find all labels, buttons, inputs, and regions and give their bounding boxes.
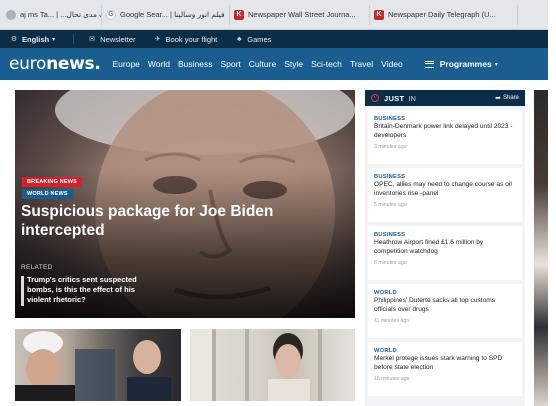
share-icon: ➦ <box>495 95 501 102</box>
nav-item-style[interactable]: Style <box>284 59 303 69</box>
globe-icon: ⚙ <box>10 36 18 43</box>
world-news-badge[interactable]: WORLD NEWS <box>22 189 73 199</box>
in-label: IN <box>408 93 416 103</box>
news-headline[interactable]: Philippines' Duterte sacks all top custo… <box>374 297 516 314</box>
just-label: JUST <box>384 93 405 103</box>
breaking-news-badge: BREAKING NEWS <box>22 177 82 187</box>
news-category[interactable]: BUSINESS <box>374 174 516 180</box>
news-timestamp: 8 minutes ago <box>374 260 407 266</box>
news-category[interactable]: WORLD <box>374 348 516 354</box>
clock-icon <box>371 94 379 102</box>
language-label: English <box>22 34 50 44</box>
plane-icon: ✈ <box>154 36 161 43</box>
nav-item-sport[interactable]: Sport <box>220 59 240 69</box>
games-link[interactable]: ♣ Games <box>235 35 271 44</box>
nav-item-travel[interactable]: Travel <box>350 59 373 69</box>
gamepad-icon: ♣ <box>236 35 242 43</box>
bookmark-item[interactable]: aj ms Ta... | ...قيس لكتاب مدى تحال <box>2 4 102 25</box>
language-selector[interactable]: ⚙ English ▾ <box>10 35 55 44</box>
page-frame <box>548 0 556 406</box>
book-flight-label: Book your flight <box>165 34 218 44</box>
hero-story[interactable]: BREAKING NEWS WORLD NEWS Suspicious pack… <box>15 90 355 318</box>
bookmark-item[interactable]: K Newspaper Daily Telegraph (U... <box>370 4 518 25</box>
nav-item-europe[interactable]: Europe <box>112 59 139 69</box>
just-in-sidebar: JUST IN ➦ Share BUSINESS Britain-Denmark… <box>365 90 525 406</box>
story-thumbnail[interactable] <box>190 329 355 401</box>
globe-icon <box>6 9 16 20</box>
bookmark-item[interactable]: K Newspaper Wall Street Journa... <box>230 4 370 25</box>
bookmark-icon: K <box>234 9 244 20</box>
euronews-logo[interactable]: euronews. <box>9 54 101 74</box>
games-label: Games <box>247 34 272 44</box>
adjacent-column-edge <box>534 90 548 406</box>
bookmark-label: Google Sear... | فيلم انور وسالينا <box>120 10 225 19</box>
list-item[interactable]: WORLD Philippines' Duterte sacks all top… <box>368 284 522 338</box>
news-headline[interactable]: Britain-Denmark power link delayed until… <box>374 123 516 140</box>
newsletter-link[interactable]: ✉ Newsletter <box>88 35 135 44</box>
news-category[interactable]: WORLD <box>374 290 516 296</box>
news-headline[interactable]: Heathrow Airport fined £1.6 million by c… <box>374 239 516 256</box>
newsletter-label: Newsletter <box>100 34 136 44</box>
google-icon: G <box>106 9 116 20</box>
news-timestamp: 11 minutes ago <box>374 318 410 324</box>
news-timestamp: 5 minutes ago <box>374 202 407 208</box>
nav-item-world[interactable]: World <box>148 59 170 69</box>
chevron-down-icon: ▾ <box>494 61 498 68</box>
nav-item-culture[interactable]: Culture <box>249 59 276 69</box>
programmes-label: Programmes <box>439 59 492 69</box>
thumbnail-photo <box>190 329 322 401</box>
bookmark-label: Newspaper Daily Telegraph (U... <box>388 10 496 19</box>
book-flight-link[interactable]: ✈ Book your flight <box>154 35 218 44</box>
logo-text-a: euro <box>9 54 47 74</box>
news-headline[interactable]: Merkel protege issues stark warning to S… <box>374 355 516 372</box>
nav-item-sci-tech[interactable]: Sci-tech <box>311 59 342 69</box>
list-item[interactable]: BUSINESS OPEC, allies may need to change… <box>368 168 522 222</box>
news-category[interactable]: BUSINESS <box>374 116 516 122</box>
news-category[interactable]: BUSINESS <box>374 232 516 238</box>
news-headline[interactable]: OPEC, allies may need to change course a… <box>374 181 516 198</box>
just-in-header: JUST IN ➦ Share <box>365 90 525 106</box>
related-divider <box>21 276 24 306</box>
programmes-menu[interactable]: Programmes ▾ <box>424 59 498 69</box>
story-thumbnail[interactable] <box>15 329 181 401</box>
related-label: RELATED <box>21 264 53 271</box>
list-item[interactable]: WORLD Merkel protege issues stark warnin… <box>368 342 522 396</box>
bookmark-item[interactable]: G Google Sear... | فيلم انور وسالينا <box>102 4 230 25</box>
bookmark-label: Newspaper Wall Street Journa... <box>248 10 356 19</box>
chevron-down-icon: ▾ <box>52 36 56 43</box>
divider <box>73 34 75 44</box>
list-item[interactable]: BUSINESS Britain-Denmark power link dela… <box>368 110 522 164</box>
main-navigation: euronews. Europe World Business Sport Cu… <box>0 48 548 80</box>
browser-bookmarks-bar: aj ms Ta... | ...قيس لكتاب مدى تحال G Go… <box>0 0 556 30</box>
news-timestamp: 15 minutes ago <box>374 376 410 382</box>
thumbnail-photo <box>15 331 171 401</box>
bookmark-label: aj ms Ta... | ...قيس لكتاب مدى تحال <box>20 10 101 19</box>
hero-headline[interactable]: Suspicious package for Joe Biden interce… <box>21 202 321 240</box>
news-timestamp: 3 minutes ago <box>374 144 407 150</box>
list-item[interactable]: BUSINESS Heathrow Airport fined £1.6 mil… <box>368 226 522 280</box>
mail-icon: ✉ <box>89 36 96 43</box>
share-button[interactable]: ➦ Share <box>495 94 519 102</box>
menu-icon <box>424 60 434 68</box>
bookmark-icon: K <box>374 9 384 20</box>
logo-text-b: news. <box>46 54 101 74</box>
share-label: Share <box>502 95 519 101</box>
nav-item-business[interactable]: Business <box>178 59 213 69</box>
nav-item-video[interactable]: Video <box>381 59 403 69</box>
site-top-bar: ⚙ English ▾ ✉ Newsletter ✈ Book your fli… <box>0 30 548 48</box>
related-story-link[interactable]: Trump's critics sent suspected bombs, is… <box>27 275 152 305</box>
